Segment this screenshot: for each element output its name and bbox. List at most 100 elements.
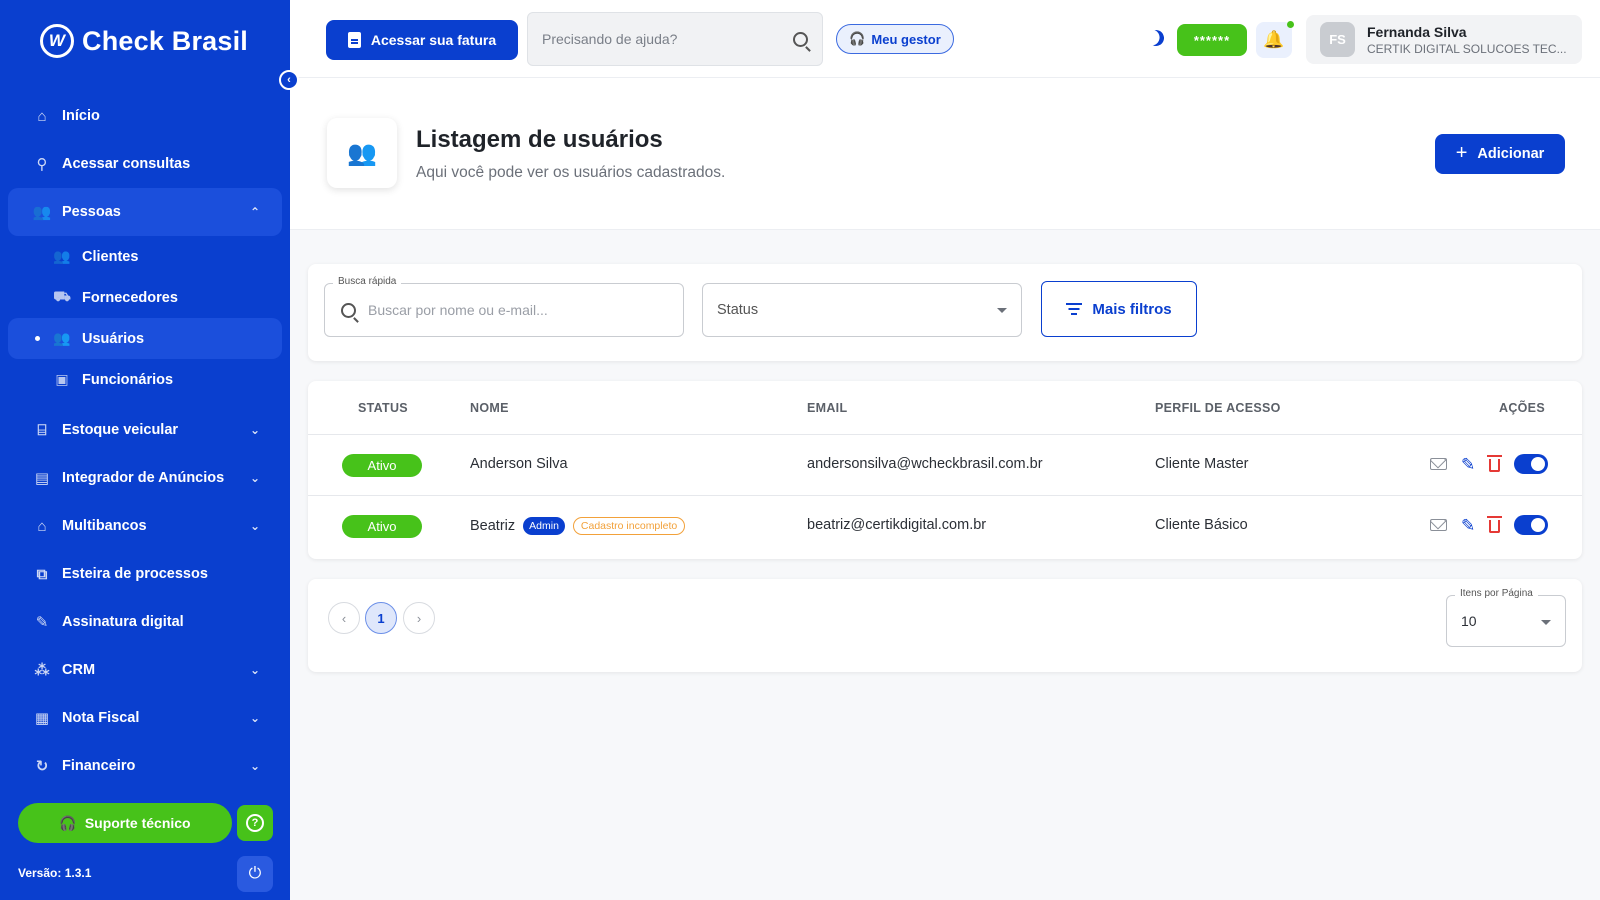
chevron-right-icon: ›	[416, 610, 422, 626]
sidebar-item-assinatura[interactable]: ✎ Assinatura digital	[8, 598, 282, 646]
sidebar-item-label: CRM	[62, 662, 96, 678]
edit-icon[interactable]: ✎	[1461, 456, 1475, 473]
sidebar-item-multibancos[interactable]: ⌂ Multibancos ⌄	[8, 502, 282, 550]
badge-icon: ▣	[55, 371, 69, 387]
mail-icon[interactable]	[1430, 458, 1447, 470]
support-button[interactable]: 🎧 Suporte técnico	[18, 803, 232, 843]
access-invoice-button[interactable]: Acessar sua fatura	[326, 20, 518, 60]
question-icon: ?	[246, 814, 264, 832]
trash-icon[interactable]	[1487, 455, 1503, 472]
sidebar-item-financeiro[interactable]: ↻ Financeiro ⌄	[8, 742, 282, 790]
sidebar-subitem-fornecedores[interactable]: ⛟ Fornecedores	[8, 277, 282, 318]
column-status[interactable]: STATUS	[358, 401, 408, 415]
search-icon[interactable]	[793, 31, 808, 47]
chevron-left-icon: ‹	[287, 74, 291, 86]
mail-icon[interactable]	[1430, 519, 1447, 531]
sidebar-subitem-label: Clientes	[82, 248, 139, 265]
sidebar-subitem-funcionarios[interactable]: ▣ Funcionários	[8, 359, 282, 400]
sidebar-item-label: Integrador de Anúncios	[62, 470, 225, 486]
dark-mode-toggle-icon[interactable]	[1146, 28, 1167, 49]
caret-down-icon	[1541, 620, 1551, 625]
column-email[interactable]: EMAIL	[807, 401, 847, 415]
truck-icon: ⛟	[53, 288, 71, 304]
sidebar-subitem-clientes[interactable]: 👥 Clientes	[8, 236, 282, 277]
page-button[interactable]: 1	[365, 602, 397, 634]
status-select[interactable]: Status	[702, 283, 1022, 337]
help-search-input[interactable]	[542, 31, 793, 47]
avatar: FS	[1320, 22, 1355, 57]
prev-page-button[interactable]: ‹	[328, 602, 360, 634]
more-filters-button[interactable]: Mais filtros	[1041, 281, 1197, 337]
sidebar-item-label: Financeiro	[62, 758, 136, 774]
admin-badge: Admin	[523, 517, 565, 535]
column-actions: AÇÕES	[1499, 401, 1545, 415]
more-filters-label: Mais filtros	[1092, 300, 1172, 318]
brand-logo[interactable]: W Check Brasil	[40, 24, 248, 58]
help-search	[527, 12, 823, 66]
items-per-page-select[interactable]: Itens por Página 10	[1446, 588, 1566, 647]
collapse-sidebar-button[interactable]: ‹	[279, 70, 299, 90]
sidebar-subitem-usuarios[interactable]: 👥 Usuários	[8, 318, 282, 359]
document-icon	[347, 32, 361, 48]
page-header: 👥 Listagem de usuários Aqui você pode ve…	[290, 78, 1600, 230]
row-actions: ✎	[1430, 454, 1549, 474]
active-toggle[interactable]	[1514, 515, 1549, 535]
sidebar-item-inicio[interactable]: ⌂ Início	[8, 92, 282, 140]
my-manager-button[interactable]: 🎧 Meu gestor	[836, 24, 954, 54]
crm-icon: ⁂	[34, 662, 50, 679]
sidebar-item-label: Multibancos	[62, 518, 147, 534]
logout-button[interactable]: ⏻	[237, 856, 273, 892]
status-badge: Ativo	[342, 515, 422, 538]
finance-icon: ↻	[35, 758, 49, 775]
filters-panel: Busca rápida Status Mais filtros	[308, 264, 1582, 361]
search-icon: ⚲	[36, 156, 48, 173]
invoice-label: Acessar sua fatura	[370, 32, 497, 48]
chevron-down-icon: ⌄	[249, 423, 260, 437]
active-toggle[interactable]	[1514, 454, 1549, 474]
edit-icon[interactable]: ✎	[1461, 517, 1475, 534]
clients-icon: 👥	[53, 248, 71, 264]
items-per-page-label: Itens por Página	[1455, 588, 1538, 599]
sidebar-item-nota-fiscal[interactable]: ▦ Nota Fiscal ⌄	[8, 694, 282, 742]
user-info: Fernanda Silva CERTIK DIGITAL SOLUCOES T…	[1367, 24, 1567, 56]
password-mask-button[interactable]: ******	[1177, 24, 1247, 56]
sidebar-item-crm[interactable]: ⁂ CRM ⌄	[8, 646, 282, 694]
help-button[interactable]: ?	[237, 805, 273, 841]
headset-icon: 🎧	[59, 814, 77, 831]
bell-icon: 🔔	[1263, 30, 1285, 49]
trash-icon[interactable]	[1487, 516, 1503, 533]
ads-icon: ▤	[34, 470, 50, 487]
sidebar-item-consultas[interactable]: ⚲ Acessar consultas	[8, 140, 282, 188]
sidebar-item-estoque[interactable]: ⌸ Estoque veicular ⌄	[8, 406, 282, 454]
bank-icon: ⌂	[37, 517, 47, 535]
add-user-button[interactable]: + Adicionar	[1435, 134, 1565, 174]
table-row: Ativo Beatriz Admin Cadastro incompleto …	[308, 496, 1582, 557]
chevron-left-icon: ‹	[341, 610, 347, 626]
status-badge: Ativo	[342, 454, 422, 477]
sidebar-item-integrador[interactable]: ▤ Integrador de Anúncios ⌄	[8, 454, 282, 502]
sidebar-item-esteira[interactable]: ⧉ Esteira de processos	[8, 550, 282, 598]
items-per-page-value: 10	[1461, 613, 1477, 629]
notification-dot	[1287, 21, 1294, 28]
column-name[interactable]: NOME	[470, 401, 509, 415]
notifications-button[interactable]: 🔔	[1256, 21, 1294, 58]
incomplete-badge: Cadastro incompleto	[572, 517, 686, 535]
search-icon	[341, 302, 356, 318]
quick-search-input[interactable]	[368, 302, 683, 318]
brand-name: Check Brasil	[82, 25, 248, 56]
sidebar-item-pessoas[interactable]: 👥 Pessoas ⌃	[8, 188, 282, 236]
chevron-down-icon: ⌄	[249, 471, 260, 485]
column-profile[interactable]: PERFIL DE ACESSO	[1155, 401, 1281, 415]
sidebar-subitem-label: Fornecedores	[82, 289, 178, 306]
manager-label: Meu gestor	[871, 31, 941, 47]
sidebar-item-label: Nota Fiscal	[62, 710, 140, 726]
user-menu[interactable]: FS Fernanda Silva CERTIK DIGITAL SOLUCOE…	[1306, 15, 1582, 64]
topbar: Acessar sua fatura 🎧 Meu gestor ****** 🔔…	[290, 0, 1600, 78]
chevron-down-icon: ⌄	[249, 759, 260, 773]
user-company: CERTIK DIGITAL SOLUCOES TEC...	[1367, 41, 1567, 56]
user-name: Fernanda Silva	[1367, 23, 1467, 40]
page-title: Listagem de usuários	[416, 126, 663, 153]
status-select-value: Status	[717, 302, 759, 318]
quick-search-label: Busca rápida	[333, 276, 402, 287]
next-page-button[interactable]: ›	[403, 602, 435, 634]
